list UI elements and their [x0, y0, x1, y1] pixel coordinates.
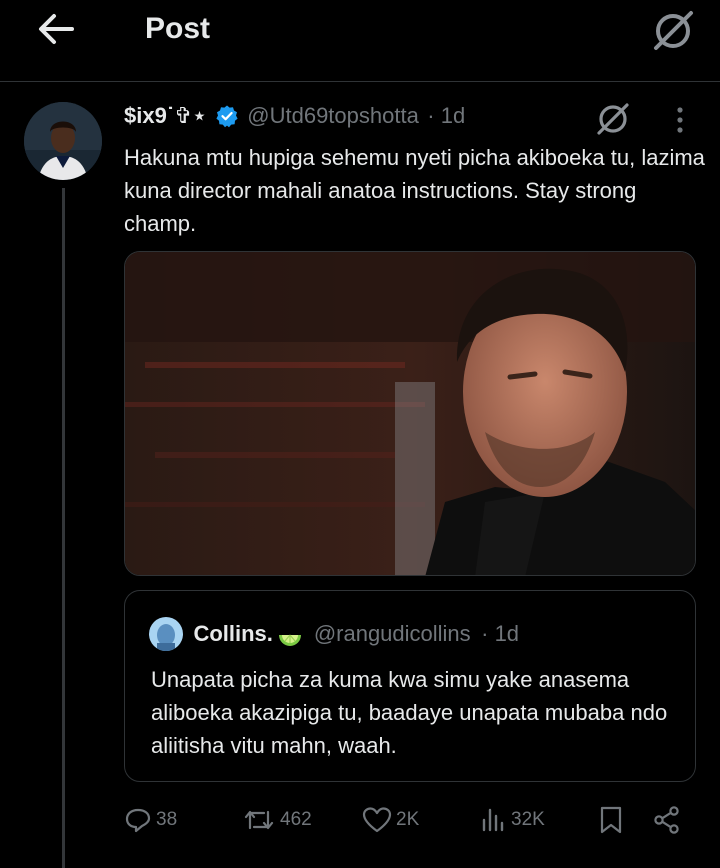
reply-button[interactable]: 38 [124, 800, 177, 840]
author-handle[interactable]: @Utd69topshotta [247, 103, 419, 128]
share-button[interactable] [652, 800, 682, 840]
more-icon [677, 107, 683, 133]
page-title: Post [145, 12, 211, 45]
quote-time[interactable]: · 1d [481, 621, 519, 646]
action-bar: 38 462 2K 32K [124, 800, 694, 840]
quote-avatar-image [149, 617, 183, 651]
author-name[interactable]: $ix9˙✞⋆ [124, 103, 206, 128]
tweet-media-image[interactable] [124, 251, 696, 576]
view-count: 32K [511, 809, 545, 830]
more-options-button[interactable] [666, 104, 694, 136]
quote-text: Unapata picha za kuma kwa simu yake anas… [151, 667, 668, 758]
views-button[interactable]: 32K [479, 800, 545, 840]
share-icon [654, 806, 679, 834]
bookmark-button[interactable] [598, 800, 624, 840]
verified-badge [215, 104, 239, 128]
media-photo [125, 252, 695, 575]
author-avatar-image [24, 102, 102, 180]
grok-explain-button[interactable] [593, 100, 633, 138]
quote-author-handle[interactable]: @rangudicollins [314, 621, 471, 646]
quote-author-name[interactable]: Collins. [193, 621, 272, 646]
tweet-text: Hakuna mtu hupiga sehemu nyeti picha aki… [124, 145, 705, 236]
post-time[interactable]: · 1d [427, 103, 465, 128]
like-count: 2K [396, 809, 420, 830]
reply-icon [125, 808, 151, 833]
lime-emoji [277, 621, 303, 647]
author-avatar[interactable] [24, 102, 102, 180]
thread-line [62, 188, 65, 868]
like-icon [362, 807, 392, 833]
top-bar: Post [0, 0, 720, 82]
repost-count: 462 [280, 809, 312, 830]
tweet-header: $ix9˙✞⋆ @Utd69topshotta · 1d [124, 103, 465, 135]
grok-icon [654, 11, 693, 50]
back-arrow-icon [39, 14, 74, 44]
grok-button[interactable] [650, 8, 696, 54]
like-button[interactable]: 2K [362, 800, 419, 840]
reply-count: 38 [156, 809, 178, 830]
quote-avatar[interactable] [149, 617, 183, 651]
views-icon [482, 808, 504, 832]
bookmark-icon [600, 806, 622, 834]
quote-header: Collins. @rangudicollins · 1d [149, 617, 519, 653]
repost-icon [244, 810, 274, 830]
back-button[interactable] [34, 9, 78, 49]
lime-emoji-icon [279, 634, 302, 646]
quoted-tweet[interactable]: Collins. @rangudicollins · 1d Unapata pi… [124, 590, 696, 782]
repost-button[interactable]: 462 [242, 800, 312, 840]
verified-badge-icon [216, 105, 238, 128]
grok-icon [597, 103, 629, 135]
